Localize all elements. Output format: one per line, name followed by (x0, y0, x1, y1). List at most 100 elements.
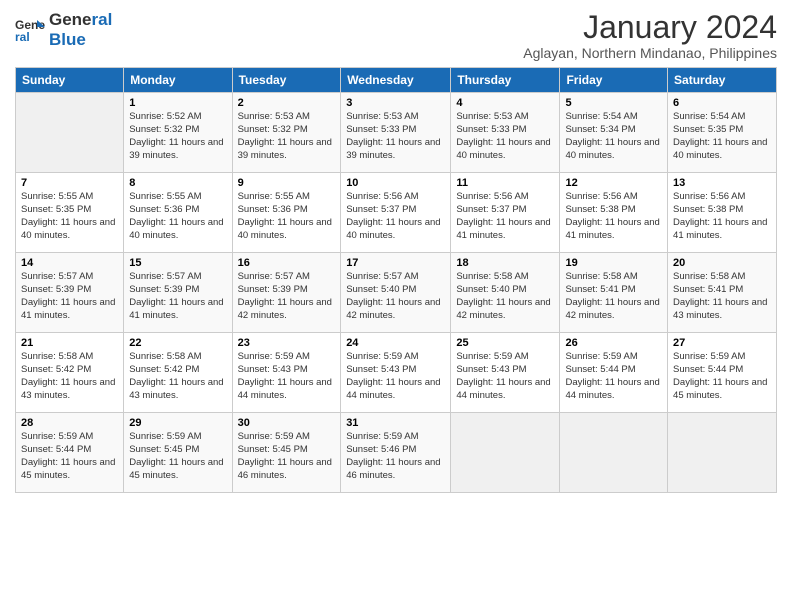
day-cell: 2 Sunrise: 5:53 AMSunset: 5:32 PMDayligh… (232, 93, 341, 173)
col-wednesday: Wednesday (341, 68, 451, 93)
col-sunday: Sunday (16, 68, 124, 93)
day-number: 14 (21, 257, 118, 269)
day-info: Sunrise: 5:57 AMSunset: 5:40 PMDaylight:… (346, 271, 445, 322)
day-cell (668, 413, 777, 493)
day-cell: 15 Sunrise: 5:57 AMSunset: 5:39 PMDaylig… (124, 253, 232, 333)
day-cell: 31 Sunrise: 5:59 AMSunset: 5:46 PMDaylig… (341, 413, 451, 493)
day-number: 2 (238, 97, 336, 109)
day-number: 27 (673, 337, 771, 349)
svg-text:ral: ral (15, 30, 30, 44)
day-info: Sunrise: 5:58 AMSunset: 5:42 PMDaylight:… (21, 351, 118, 402)
calendar-subtitle: Aglayan, Northern Mindanao, Philippines (523, 45, 777, 61)
day-cell: 1 Sunrise: 5:52 AMSunset: 5:32 PMDayligh… (124, 93, 232, 173)
day-info: Sunrise: 5:55 AMSunset: 5:36 PMDaylight:… (129, 191, 226, 242)
day-cell: 19 Sunrise: 5:58 AMSunset: 5:41 PMDaylig… (560, 253, 668, 333)
calendar-container: Gene ral General Blue January 2024 Aglay… (0, 0, 792, 612)
day-cell: 10 Sunrise: 5:56 AMSunset: 5:37 PMDaylig… (341, 173, 451, 253)
day-cell: 25 Sunrise: 5:59 AMSunset: 5:43 PMDaylig… (451, 333, 560, 413)
day-cell: 17 Sunrise: 5:57 AMSunset: 5:40 PMDaylig… (341, 253, 451, 333)
day-info: Sunrise: 5:59 AMSunset: 5:46 PMDaylight:… (346, 431, 445, 482)
day-info: Sunrise: 5:59 AMSunset: 5:44 PMDaylight:… (565, 351, 662, 402)
day-cell: 16 Sunrise: 5:57 AMSunset: 5:39 PMDaylig… (232, 253, 341, 333)
day-info: Sunrise: 5:56 AMSunset: 5:38 PMDaylight:… (565, 191, 662, 242)
day-info: Sunrise: 5:55 AMSunset: 5:35 PMDaylight:… (21, 191, 118, 242)
day-cell: 6 Sunrise: 5:54 AMSunset: 5:35 PMDayligh… (668, 93, 777, 173)
day-cell: 26 Sunrise: 5:59 AMSunset: 5:44 PMDaylig… (560, 333, 668, 413)
day-info: Sunrise: 5:56 AMSunset: 5:37 PMDaylight:… (456, 191, 554, 242)
day-info: Sunrise: 5:57 AMSunset: 5:39 PMDaylight:… (21, 271, 118, 322)
day-info: Sunrise: 5:58 AMSunset: 5:40 PMDaylight:… (456, 271, 554, 322)
day-info: Sunrise: 5:59 AMSunset: 5:44 PMDaylight:… (21, 431, 118, 482)
col-thursday: Thursday (451, 68, 560, 93)
col-friday: Friday (560, 68, 668, 93)
day-info: Sunrise: 5:55 AMSunset: 5:36 PMDaylight:… (238, 191, 336, 242)
header: Gene ral General Blue January 2024 Aglay… (15, 10, 777, 61)
col-monday: Monday (124, 68, 232, 93)
day-number: 6 (673, 97, 771, 109)
day-number: 31 (346, 417, 445, 429)
day-number: 25 (456, 337, 554, 349)
day-number: 4 (456, 97, 554, 109)
day-number: 18 (456, 257, 554, 269)
day-number: 5 (565, 97, 662, 109)
day-number: 17 (346, 257, 445, 269)
day-info: Sunrise: 5:59 AMSunset: 5:45 PMDaylight:… (238, 431, 336, 482)
day-info: Sunrise: 5:53 AMSunset: 5:33 PMDaylight:… (456, 111, 554, 162)
day-cell: 30 Sunrise: 5:59 AMSunset: 5:45 PMDaylig… (232, 413, 341, 493)
day-cell: 8 Sunrise: 5:55 AMSunset: 5:36 PMDayligh… (124, 173, 232, 253)
day-cell: 3 Sunrise: 5:53 AMSunset: 5:33 PMDayligh… (341, 93, 451, 173)
title-area: January 2024 Aglayan, Northern Mindanao,… (523, 10, 777, 61)
day-cell (16, 93, 124, 173)
day-info: Sunrise: 5:58 AMSunset: 5:42 PMDaylight:… (129, 351, 226, 402)
day-cell: 24 Sunrise: 5:59 AMSunset: 5:43 PMDaylig… (341, 333, 451, 413)
week-row-4: 21 Sunrise: 5:58 AMSunset: 5:42 PMDaylig… (16, 333, 777, 413)
day-cell: 4 Sunrise: 5:53 AMSunset: 5:33 PMDayligh… (451, 93, 560, 173)
day-info: Sunrise: 5:54 AMSunset: 5:35 PMDaylight:… (673, 111, 771, 162)
day-number: 20 (673, 257, 771, 269)
day-info: Sunrise: 5:59 AMSunset: 5:45 PMDaylight:… (129, 431, 226, 482)
day-cell: 21 Sunrise: 5:58 AMSunset: 5:42 PMDaylig… (16, 333, 124, 413)
day-info: Sunrise: 5:56 AMSunset: 5:37 PMDaylight:… (346, 191, 445, 242)
day-cell: 18 Sunrise: 5:58 AMSunset: 5:40 PMDaylig… (451, 253, 560, 333)
day-cell: 23 Sunrise: 5:59 AMSunset: 5:43 PMDaylig… (232, 333, 341, 413)
day-info: Sunrise: 5:53 AMSunset: 5:32 PMDaylight:… (238, 111, 336, 162)
day-info: Sunrise: 5:58 AMSunset: 5:41 PMDaylight:… (673, 271, 771, 322)
day-cell: 11 Sunrise: 5:56 AMSunset: 5:37 PMDaylig… (451, 173, 560, 253)
day-number: 12 (565, 177, 662, 189)
day-cell: 28 Sunrise: 5:59 AMSunset: 5:44 PMDaylig… (16, 413, 124, 493)
day-info: Sunrise: 5:53 AMSunset: 5:33 PMDaylight:… (346, 111, 445, 162)
day-info: Sunrise: 5:59 AMSunset: 5:43 PMDaylight:… (238, 351, 336, 402)
day-number: 30 (238, 417, 336, 429)
day-number: 22 (129, 337, 226, 349)
logo-text: General Blue (49, 10, 112, 49)
day-number: 26 (565, 337, 662, 349)
day-info: Sunrise: 5:59 AMSunset: 5:43 PMDaylight:… (346, 351, 445, 402)
day-number: 8 (129, 177, 226, 189)
day-cell (451, 413, 560, 493)
day-cell: 14 Sunrise: 5:57 AMSunset: 5:39 PMDaylig… (16, 253, 124, 333)
day-cell: 20 Sunrise: 5:58 AMSunset: 5:41 PMDaylig… (668, 253, 777, 333)
week-row-5: 28 Sunrise: 5:59 AMSunset: 5:44 PMDaylig… (16, 413, 777, 493)
day-info: Sunrise: 5:58 AMSunset: 5:41 PMDaylight:… (565, 271, 662, 322)
week-row-2: 7 Sunrise: 5:55 AMSunset: 5:35 PMDayligh… (16, 173, 777, 253)
logo-icon: Gene ral (15, 15, 45, 45)
day-cell: 27 Sunrise: 5:59 AMSunset: 5:44 PMDaylig… (668, 333, 777, 413)
day-info: Sunrise: 5:57 AMSunset: 5:39 PMDaylight:… (129, 271, 226, 322)
col-saturday: Saturday (668, 68, 777, 93)
day-cell: 5 Sunrise: 5:54 AMSunset: 5:34 PMDayligh… (560, 93, 668, 173)
day-cell: 7 Sunrise: 5:55 AMSunset: 5:35 PMDayligh… (16, 173, 124, 253)
day-info: Sunrise: 5:59 AMSunset: 5:44 PMDaylight:… (673, 351, 771, 402)
day-number: 1 (129, 97, 226, 109)
logo: Gene ral General Blue (15, 10, 112, 49)
day-number: 9 (238, 177, 336, 189)
day-number: 28 (21, 417, 118, 429)
day-cell: 13 Sunrise: 5:56 AMSunset: 5:38 PMDaylig… (668, 173, 777, 253)
day-number: 13 (673, 177, 771, 189)
day-number: 10 (346, 177, 445, 189)
day-info: Sunrise: 5:56 AMSunset: 5:38 PMDaylight:… (673, 191, 771, 242)
day-number: 24 (346, 337, 445, 349)
calendar-table: Sunday Monday Tuesday Wednesday Thursday… (15, 67, 777, 493)
col-tuesday: Tuesday (232, 68, 341, 93)
day-number: 29 (129, 417, 226, 429)
header-row: Sunday Monday Tuesday Wednesday Thursday… (16, 68, 777, 93)
